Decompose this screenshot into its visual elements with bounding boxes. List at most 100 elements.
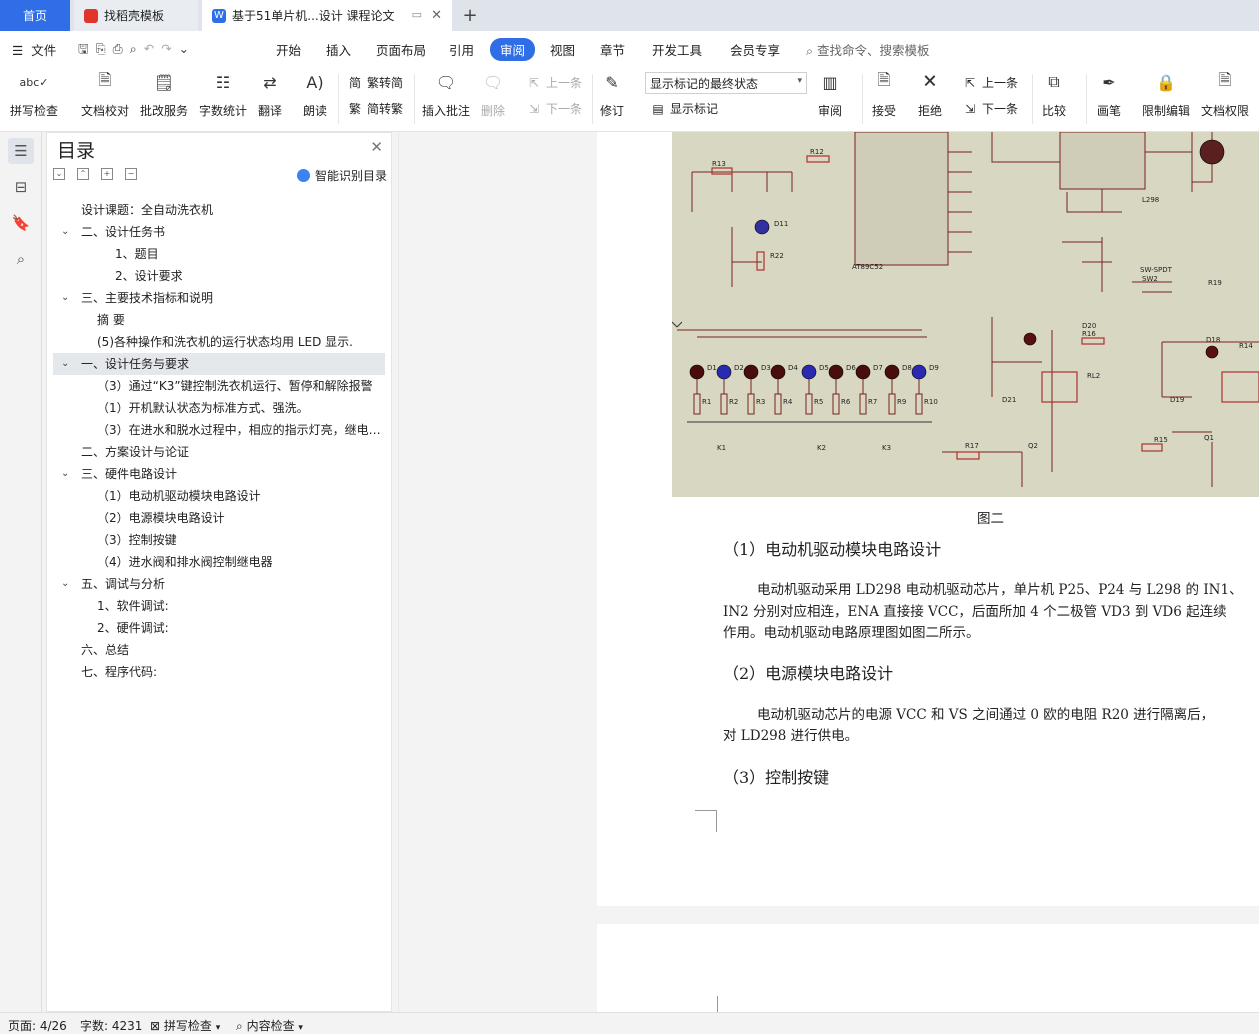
- tab-close-icon[interactable]: ✕: [431, 8, 442, 23]
- find-icon[interactable]: ⌕: [8, 246, 34, 272]
- menu-developer[interactable]: 开发工具: [652, 40, 702, 59]
- menu-insert[interactable]: 插入: [326, 40, 351, 59]
- close-icon[interactable]: ✕: [370, 138, 383, 156]
- redo-icon[interactable]: ↷: [161, 41, 178, 56]
- chapter-nav-icon[interactable]: ⊟: [8, 174, 34, 200]
- remove-heading-icon[interactable]: −: [125, 168, 137, 180]
- bookmark-icon[interactable]: 🔖: [8, 210, 34, 236]
- doc-permission-button[interactable]: 🗎 文档权限: [1201, 70, 1249, 119]
- toc-item[interactable]: 设计课题：全自动洗衣机: [53, 199, 385, 221]
- menu-view[interactable]: 视图: [550, 40, 575, 59]
- toc-item[interactable]: ⌄ 三、硬件电路设计: [53, 463, 385, 485]
- tab-home[interactable]: 首页: [0, 0, 70, 31]
- toc-item[interactable]: （1）开机默认状态为标准方式、强洗。: [53, 397, 385, 419]
- toc-item[interactable]: ⌄ 二、设计任务书: [53, 221, 385, 243]
- new-tab-button[interactable]: +: [458, 0, 482, 31]
- file-menu[interactable]: ☰ 文件: [12, 40, 56, 59]
- chevron-down-icon[interactable]: ⌄: [61, 221, 69, 243]
- markup-state-select[interactable]: 显示标记的最终状态 ▾: [645, 72, 807, 94]
- toc-item[interactable]: ⌄ 三、主要技术指标和说明: [53, 287, 385, 309]
- command-search[interactable]: ⌕ 查找命令、搜索模板: [806, 40, 930, 59]
- label-r16: R16: [1082, 330, 1096, 338]
- save-icon[interactable]: 🖫: [78, 41, 96, 56]
- undo-icon[interactable]: ↶: [144, 41, 161, 56]
- pen-button[interactable]: ✒ 画笔: [1097, 70, 1121, 119]
- toc-item[interactable]: 六、总结: [53, 639, 385, 661]
- chevron-down-icon[interactable]: ⌄: [61, 573, 69, 595]
- tab-float-icon[interactable]: ▭: [412, 8, 422, 21]
- add-heading-icon[interactable]: +: [101, 168, 113, 180]
- toc-item[interactable]: （3）控制按键: [53, 529, 385, 551]
- next-comment-button[interactable]: ⇲ 下一条: [526, 100, 582, 117]
- batch-service-button[interactable]: 🗒 批改服务: [140, 70, 188, 119]
- resistor-label: R3: [756, 398, 765, 406]
- review-pane-button[interactable]: ▥ 审阅: [818, 70, 842, 119]
- label-chip: AT89C52: [852, 263, 883, 271]
- menu-reference[interactable]: 引用: [449, 40, 474, 59]
- toc-item[interactable]: 2、设计要求: [53, 265, 385, 287]
- revise-button[interactable]: ✎ 修订: [600, 70, 624, 119]
- chevron-down-icon[interactable]: ⌄: [61, 463, 69, 485]
- prev-comment-button[interactable]: ⇱ 上一条: [526, 74, 582, 91]
- page-margin-mark: [717, 996, 718, 1012]
- preview-icon[interactable]: ⌕: [130, 41, 144, 56]
- toc-item[interactable]: (5)各种操作和洗衣机的运行状态均用 LED 显示.: [53, 331, 385, 353]
- menu-member[interactable]: 会员专享: [730, 40, 780, 59]
- word-count-indicator[interactable]: 字数: 4231: [80, 1017, 142, 1034]
- export-icon[interactable]: ⎘: [96, 41, 113, 56]
- toc-item[interactable]: 2、硬件调试:: [53, 617, 385, 639]
- word-count-button[interactable]: ☷ 字数统计: [199, 70, 247, 119]
- next-change-button[interactable]: ⇲ 下一条: [962, 100, 1018, 117]
- translate-button[interactable]: ⇄ 翻译: [258, 70, 282, 119]
- toc-item[interactable]: 二、方案设计与论证: [53, 441, 385, 463]
- collapse-all-icon[interactable]: ⌄: [53, 168, 65, 180]
- toc-item[interactable]: （4）进水阀和排水阀控制继电器: [53, 551, 385, 573]
- restrict-edit-button[interactable]: 🔒 限制编辑: [1142, 70, 1190, 119]
- toc-item[interactable]: （3）在进水和脱水过程中，相应的指示灯亮，继电器吸合: [53, 419, 385, 441]
- panel-divider[interactable]: [398, 132, 399, 1012]
- toc-panel-icon[interactable]: ☰: [8, 138, 34, 164]
- led-label: D8: [902, 364, 912, 372]
- simp-to-trad-button[interactable]: 繁 简转繁: [347, 100, 403, 117]
- chevron-down-icon[interactable]: ⌄: [61, 287, 69, 309]
- chevron-down-icon[interactable]: ⌄: [61, 353, 69, 375]
- print-icon[interactable]: ⎙: [113, 41, 130, 56]
- tab-daoke[interactable]: 找稻壳模板: [74, 0, 198, 31]
- tab-document[interactable]: W 基于51单片机...设计 课程论文 ▭ ✕: [202, 0, 452, 31]
- show-markup-button[interactable]: ▤ 显示标记: [650, 100, 718, 117]
- reject-button[interactable]: 🗙 拒绝: [918, 70, 942, 119]
- toc-item[interactable]: 1、软件调试:: [53, 595, 385, 617]
- menu-chapter[interactable]: 章节: [600, 40, 625, 59]
- compare-button[interactable]: ⧉ 比较: [1042, 70, 1066, 119]
- document-page-next[interactable]: [597, 924, 1259, 1014]
- status-spell-check[interactable]: ⊠ 拼写检查 ▾: [150, 1017, 220, 1034]
- toc-item[interactable]: ⌄ 五、调试与分析: [53, 573, 385, 595]
- trad-to-simp-button[interactable]: 简 繁转简: [347, 74, 403, 91]
- accept-button[interactable]: 🗎 接受: [872, 70, 896, 119]
- toc-item[interactable]: 摘 要: [53, 309, 385, 331]
- delete-comment-button[interactable]: 🗨 删除: [481, 70, 505, 119]
- smart-toc-button[interactable]: 智能识别目录: [296, 167, 387, 184]
- document-page[interactable]: R13 R12 D11 R22 L298 R19 SW-SPDT SW2 AT8…: [597, 132, 1259, 906]
- menu-review[interactable]: 审阅: [490, 38, 536, 61]
- menu-start[interactable]: 开始: [276, 40, 301, 59]
- circuit-schematic: R13 R12 D11 R22 L298 R19 SW-SPDT SW2 AT8…: [672, 132, 1259, 487]
- proofread-button[interactable]: 🗎 文档校对: [81, 70, 129, 119]
- toc-item[interactable]: 1、题目: [53, 243, 385, 265]
- toc-item[interactable]: 七、程序代码:: [53, 661, 385, 683]
- toc-item[interactable]: （3）通过“K3”键控制洗衣机运行、暂停和解除报警: [53, 375, 385, 397]
- read-aloud-button[interactable]: A) 朗读: [303, 70, 327, 119]
- page-indicator[interactable]: 页面: 4/26: [8, 1017, 67, 1034]
- tab-bar: 首页 找稻壳模板 W 基于51单片机...设计 课程论文 ▭ ✕ +: [0, 0, 1259, 31]
- insert-comment-button[interactable]: 🗨 插入批注: [422, 70, 470, 119]
- prev-change-button[interactable]: ⇱ 上一条: [962, 74, 1018, 91]
- toc-item[interactable]: （1）电动机驱动模块电路设计: [53, 485, 385, 507]
- toc-item[interactable]: ⌄ 一、设计任务与要求: [53, 353, 385, 375]
- status-content-check[interactable]: ⌕ 内容检查 ▾: [236, 1017, 303, 1034]
- menu-page-layout[interactable]: 页面布局: [376, 40, 426, 59]
- proofread-icon: 🗎: [98, 69, 112, 89]
- toc-item[interactable]: （2）电源模块电路设计: [53, 507, 385, 529]
- more-icon[interactable]: ⌄: [179, 41, 196, 56]
- expand-up-icon[interactable]: ⌃: [77, 168, 89, 180]
- spell-check-button[interactable]: abc✓ 拼写检查: [10, 70, 58, 119]
